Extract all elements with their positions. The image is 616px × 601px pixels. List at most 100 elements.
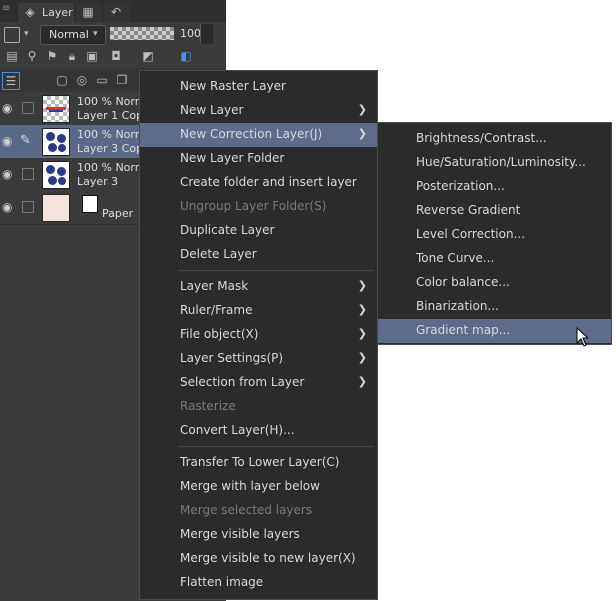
menu-item-label: Flatten image (180, 575, 264, 589)
menu-item-label: Merge visible layers (180, 527, 300, 541)
submenu-item-binarization[interactable]: Binarization... (378, 295, 611, 319)
blend-mode-select[interactable]: Normal ▾ (40, 25, 106, 45)
tab-layer[interactable]: ◈ Layer (18, 3, 74, 22)
menu-item-label: Merge visible to new layer(X) (180, 551, 356, 565)
new-vector-layer-icon[interactable]: ◎ (74, 72, 90, 88)
submenu-item-label: Tone Curve... (416, 251, 495, 265)
layer-property-icon: ▦ (82, 5, 94, 19)
menu-item-label: Merge with layer below (180, 479, 320, 493)
submenu-item-label: Level Correction... (416, 227, 526, 241)
menu-item-layer-settings[interactable]: Layer Settings(P) ❯ (140, 347, 377, 371)
eye-icon[interactable]: ◉ (2, 200, 16, 214)
tab-layer-label: Layer (42, 6, 73, 19)
tab-history[interactable]: ↶ (104, 3, 130, 22)
menu-item-new-layer[interactable]: New Layer ❯ (140, 99, 377, 123)
new-folder-icon[interactable]: ▭ (94, 72, 110, 88)
submenu-item-level-correction[interactable]: Level Correction... (378, 223, 611, 247)
menu-item-ungroup-layer-folder: Ungroup Layer Folder(S) (140, 195, 377, 219)
blend-mode-value: Normal (49, 28, 89, 41)
panel-tab-bar: ≡ ◈ Layer ▦ ↶ (0, 0, 226, 22)
submenu-item-posterization[interactable]: Posterization... (378, 175, 611, 199)
layer-name: Paper (102, 207, 134, 220)
mask-icon[interactable]: ◘ (108, 48, 124, 64)
grip-icon[interactable]: ≡ (2, 3, 14, 17)
menu-item-label: Transfer To Lower Layer(C) (180, 455, 340, 469)
chevron-down-icon[interactable]: ▾ (24, 29, 29, 39)
layer-checkbox[interactable] (22, 102, 34, 114)
menu-item-convert-layer[interactable]: Convert Layer(H)... (140, 419, 377, 443)
menu-item-layer-mask[interactable]: Layer Mask ❯ (140, 275, 377, 299)
eye-icon[interactable]: ◉ (2, 101, 16, 115)
layer-thumbnail (42, 161, 70, 189)
expression-color-button[interactable] (4, 27, 20, 43)
layer-color-icon[interactable]: ◧ (178, 48, 194, 64)
menu-item-selection-from-layer[interactable]: Selection from Layer ❯ (140, 371, 377, 395)
undo-icon: ↶ (110, 5, 122, 19)
submenu-item-color-balance[interactable]: Color balance... (378, 271, 611, 295)
tab-layer-property[interactable]: ▦ (76, 3, 102, 22)
menu-item-label: New Correction Layer(J) (180, 127, 323, 141)
submenu-item-reverse-gradient[interactable]: Reverse Gradient (378, 199, 611, 223)
submenu-item-label: Brightness/Contrast... (416, 131, 547, 145)
menu-item-transfer-to-lower-layer[interactable]: Transfer To Lower Layer(C) (140, 451, 377, 475)
duplicate-icon[interactable]: ❐ (114, 72, 130, 88)
mouse-cursor-icon (576, 327, 590, 347)
menu-item-new-layer-folder[interactable]: New Layer Folder (140, 147, 377, 171)
menu-item-label: Rasterize (180, 399, 236, 413)
menu-item-label: Create folder and insert layer (180, 175, 357, 189)
edge-icon[interactable]: ▤ (4, 48, 20, 64)
clip-icon[interactable]: ⚲ (24, 48, 40, 64)
chevron-right-icon: ❯ (357, 279, 367, 292)
menu-item-label: Convert Layer(H)... (180, 423, 295, 437)
menu-item-label: New Layer (180, 103, 244, 117)
submenu-item-label: Posterization... (416, 179, 505, 193)
submenu-item-label: Gradient map... (416, 323, 511, 337)
menu-item-merge-visible-to-new-layer[interactable]: Merge visible to new layer(X) (140, 547, 377, 571)
ruler-icon[interactable]: ◩ (140, 48, 156, 64)
menu-item-label: Ruler/Frame (180, 303, 253, 317)
submenu-item-hue-saturation[interactable]: Hue/Saturation/Luminosity... (378, 151, 611, 175)
submenu-item-brightness-contrast[interactable]: Brightness/Contrast... (378, 127, 611, 151)
lock-icon[interactable]: 🔒︎ (64, 48, 80, 64)
layer-context-menu: New Raster Layer New Layer ❯ New Correcti… (139, 70, 378, 600)
menu-item-label: File object(X) (180, 327, 259, 341)
menu-item-duplicate-layer[interactable]: Duplicate Layer (140, 219, 377, 243)
menu-item-label: Ungroup Layer Folder(S) (180, 199, 327, 213)
submenu-item-label: Hue/Saturation/Luminosity... (416, 155, 586, 169)
menu-separator (178, 446, 374, 447)
menu-item-ruler-frame[interactable]: Ruler/Frame ❯ (140, 299, 377, 323)
layer-menu-icon[interactable]: ☰ (2, 72, 20, 90)
lock-transparent-icon[interactable]: ▣ (84, 48, 100, 64)
chevron-right-icon: ❯ (357, 303, 367, 316)
menu-item-create-folder-insert[interactable]: Create folder and insert layer (140, 171, 377, 195)
new-raster-layer-icon[interactable]: ▢ (54, 72, 70, 88)
layer-thumbnail (42, 95, 70, 123)
menu-item-flatten-image[interactable]: Flatten image (140, 571, 377, 595)
menu-item-merge-selected-layers: Merge selected layers (140, 499, 377, 523)
layer-checkbox[interactable] (22, 168, 34, 180)
opacity-value[interactable]: 100 (180, 27, 201, 40)
menu-item-label: Layer Mask (180, 279, 249, 293)
layers-icon: ◈ (25, 5, 35, 19)
menu-item-delete-layer[interactable]: Delete Layer (140, 243, 377, 267)
opacity-slider[interactable] (110, 27, 174, 40)
menu-item-label: Delete Layer (180, 247, 257, 261)
layer-thumbnail (42, 194, 70, 222)
eye-icon[interactable]: ◉ (2, 134, 16, 148)
menu-item-merge-visible-layers[interactable]: Merge visible layers (140, 523, 377, 547)
menu-item-new-raster-layer[interactable]: New Raster Layer (140, 75, 377, 99)
menu-item-new-correction-layer[interactable]: New Correction Layer(J) ❯ (140, 123, 377, 147)
submenu-item-tone-curve[interactable]: Tone Curve... (378, 247, 611, 271)
reference-icon[interactable]: ⚑ (44, 48, 60, 64)
pen-icon: ✎ (20, 133, 31, 148)
layer-checkbox[interactable] (22, 201, 34, 213)
menu-item-merge-with-layer-below[interactable]: Merge with layer below (140, 475, 377, 499)
chevron-right-icon: ❯ (357, 375, 367, 388)
menu-item-label: Merge selected layers (180, 503, 313, 517)
chevron-right-icon: ❯ (357, 127, 367, 140)
menu-item-file-object[interactable]: File object(X) ❯ (140, 323, 377, 347)
layer-name: Layer 3 (77, 175, 119, 188)
menu-item-label: Selection from Layer (180, 375, 305, 389)
opacity-spinner[interactable] (200, 24, 213, 44)
eye-icon[interactable]: ◉ (2, 167, 16, 181)
